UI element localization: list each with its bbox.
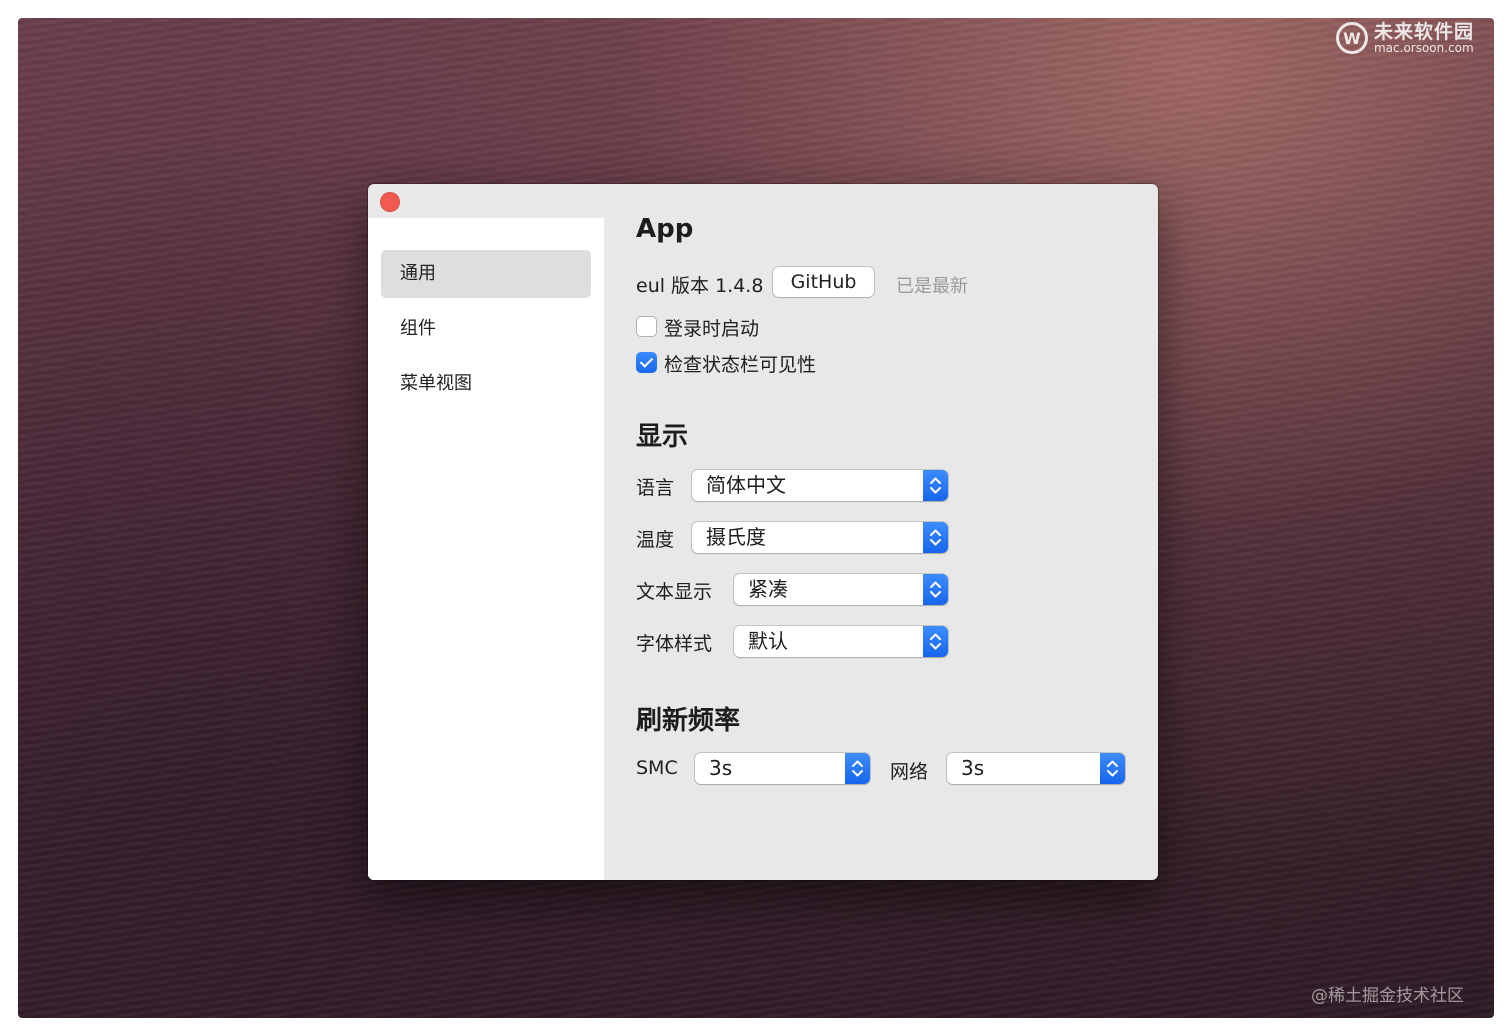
section-title-app: App	[636, 214, 694, 244]
font-style-select[interactable]: 默认	[734, 626, 948, 657]
sidebar-item-menu-view[interactable]: 菜单视图	[381, 360, 591, 408]
smc-refresh-select-value: 3s	[709, 756, 733, 780]
check-statusbar-label: 检查状态栏可见性	[664, 354, 817, 376]
github-button[interactable]: GitHub	[773, 267, 874, 297]
language-select[interactable]: 简体中文	[692, 470, 948, 501]
watermark-site-url: mac.orsoon.com	[1373, 40, 1474, 55]
text-display-select[interactable]: 紧凑	[734, 574, 948, 605]
font-style-select-value: 默认	[748, 629, 788, 653]
watermark-site-name: 未来软件园	[1373, 20, 1474, 43]
chevron-up-down-icon	[923, 626, 948, 657]
sidebar: 通用 组件 菜单视图	[368, 218, 604, 880]
smc-refresh-select[interactable]: 3s	[695, 753, 870, 784]
chevron-up-down-icon	[845, 753, 870, 784]
temperature-label: 温度	[636, 529, 675, 551]
settings-panel: App eul 版本 1.4.8 GitHub 已是最新 登录时启动 检查状态栏…	[636, 184, 1158, 880]
sidebar-item-components[interactable]: 组件	[381, 305, 591, 353]
launch-at-login-label: 登录时启动	[664, 318, 760, 340]
text-display-label: 文本显示	[636, 581, 713, 603]
language-label: 语言	[636, 477, 675, 499]
check-statusbar-checkbox[interactable]	[636, 352, 657, 373]
close-button[interactable]	[380, 192, 400, 212]
version-label: eul 版本 1.4.8	[636, 275, 764, 297]
sidebar-item-general[interactable]: 通用	[381, 250, 591, 298]
watermark-logo-icon: W	[1335, 22, 1368, 54]
chevron-up-down-icon	[923, 522, 948, 553]
network-refresh-select-value: 3s	[961, 756, 985, 780]
temperature-select[interactable]: 摄氏度	[692, 522, 948, 553]
chevron-up-down-icon	[923, 574, 948, 605]
preferences-window: 通用 组件 菜单视图 App eul 版本 1.4.8 GitHub 已是最新 …	[368, 184, 1158, 880]
text-display-select-value: 紧凑	[748, 577, 788, 601]
temperature-select-value: 摄氏度	[706, 525, 766, 549]
language-select-value: 简体中文	[706, 473, 786, 497]
chevron-up-down-icon	[1100, 753, 1125, 784]
smc-label: SMC	[636, 757, 678, 779]
update-status-text: 已是最新	[896, 276, 968, 297]
watermark-logo: W 未来软件园 mac.orsoon.com	[1335, 20, 1474, 55]
section-title-refresh-rate: 刷新频率	[636, 706, 741, 736]
network-refresh-select[interactable]: 3s	[947, 753, 1125, 784]
network-label: 网络	[890, 761, 929, 783]
chevron-up-down-icon	[923, 470, 948, 501]
section-title-display: 显示	[636, 422, 689, 452]
watermark-credit: @稀土掘金技术社区	[1311, 986, 1464, 1006]
launch-at-login-checkbox[interactable]	[636, 316, 657, 337]
font-style-label: 字体样式	[636, 633, 713, 655]
